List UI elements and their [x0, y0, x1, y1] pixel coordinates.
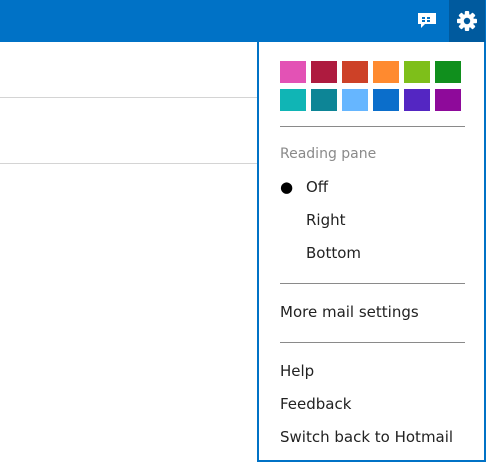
theme-color-swatch[interactable] — [373, 89, 399, 111]
theme-color-swatch[interactable] — [373, 61, 399, 83]
top-bar — [0, 0, 486, 42]
chat-bubble-icon — [418, 13, 436, 28]
option-label: Right — [306, 211, 346, 229]
message-list-divider — [0, 163, 258, 164]
reading-pane-option-bottom[interactable]: Bottom — [280, 242, 470, 264]
chat-button[interactable] — [409, 0, 445, 42]
reading-pane-option-right[interactable]: Right — [280, 209, 470, 231]
help-link[interactable]: Help — [280, 362, 314, 380]
theme-color-swatch[interactable] — [311, 89, 337, 111]
more-mail-settings-link[interactable]: More mail settings — [280, 303, 419, 321]
theme-color-picker — [280, 61, 461, 111]
switch-back-to-hotmail-link[interactable]: Switch back to Hotmail — [280, 428, 453, 446]
option-label: Bottom — [306, 244, 362, 262]
settings-menu-panel: Reading pane ● Off Right Bottom More mai… — [257, 42, 486, 462]
settings-button[interactable] — [449, 0, 485, 42]
theme-color-swatch[interactable] — [342, 89, 368, 111]
menu-separator — [280, 283, 465, 284]
theme-color-swatch[interactable] — [280, 89, 306, 111]
message-list-divider — [0, 97, 258, 98]
reading-pane-label: Reading pane — [280, 146, 377, 162]
selected-bullet-icon: ● — [280, 178, 294, 196]
theme-color-swatch[interactable] — [342, 61, 368, 83]
theme-color-swatch[interactable] — [280, 61, 306, 83]
gear-icon — [457, 11, 477, 31]
theme-color-swatch[interactable] — [404, 89, 430, 111]
menu-separator — [280, 342, 465, 343]
feedback-link[interactable]: Feedback — [280, 395, 351, 413]
reading-pane-option-off[interactable]: ● Off — [280, 176, 470, 198]
theme-color-swatch[interactable] — [311, 61, 337, 83]
theme-color-swatch[interactable] — [435, 61, 461, 83]
option-label: Off — [306, 178, 329, 196]
menu-separator — [280, 126, 465, 127]
theme-color-swatch[interactable] — [404, 61, 430, 83]
theme-color-swatch[interactable] — [435, 89, 461, 111]
